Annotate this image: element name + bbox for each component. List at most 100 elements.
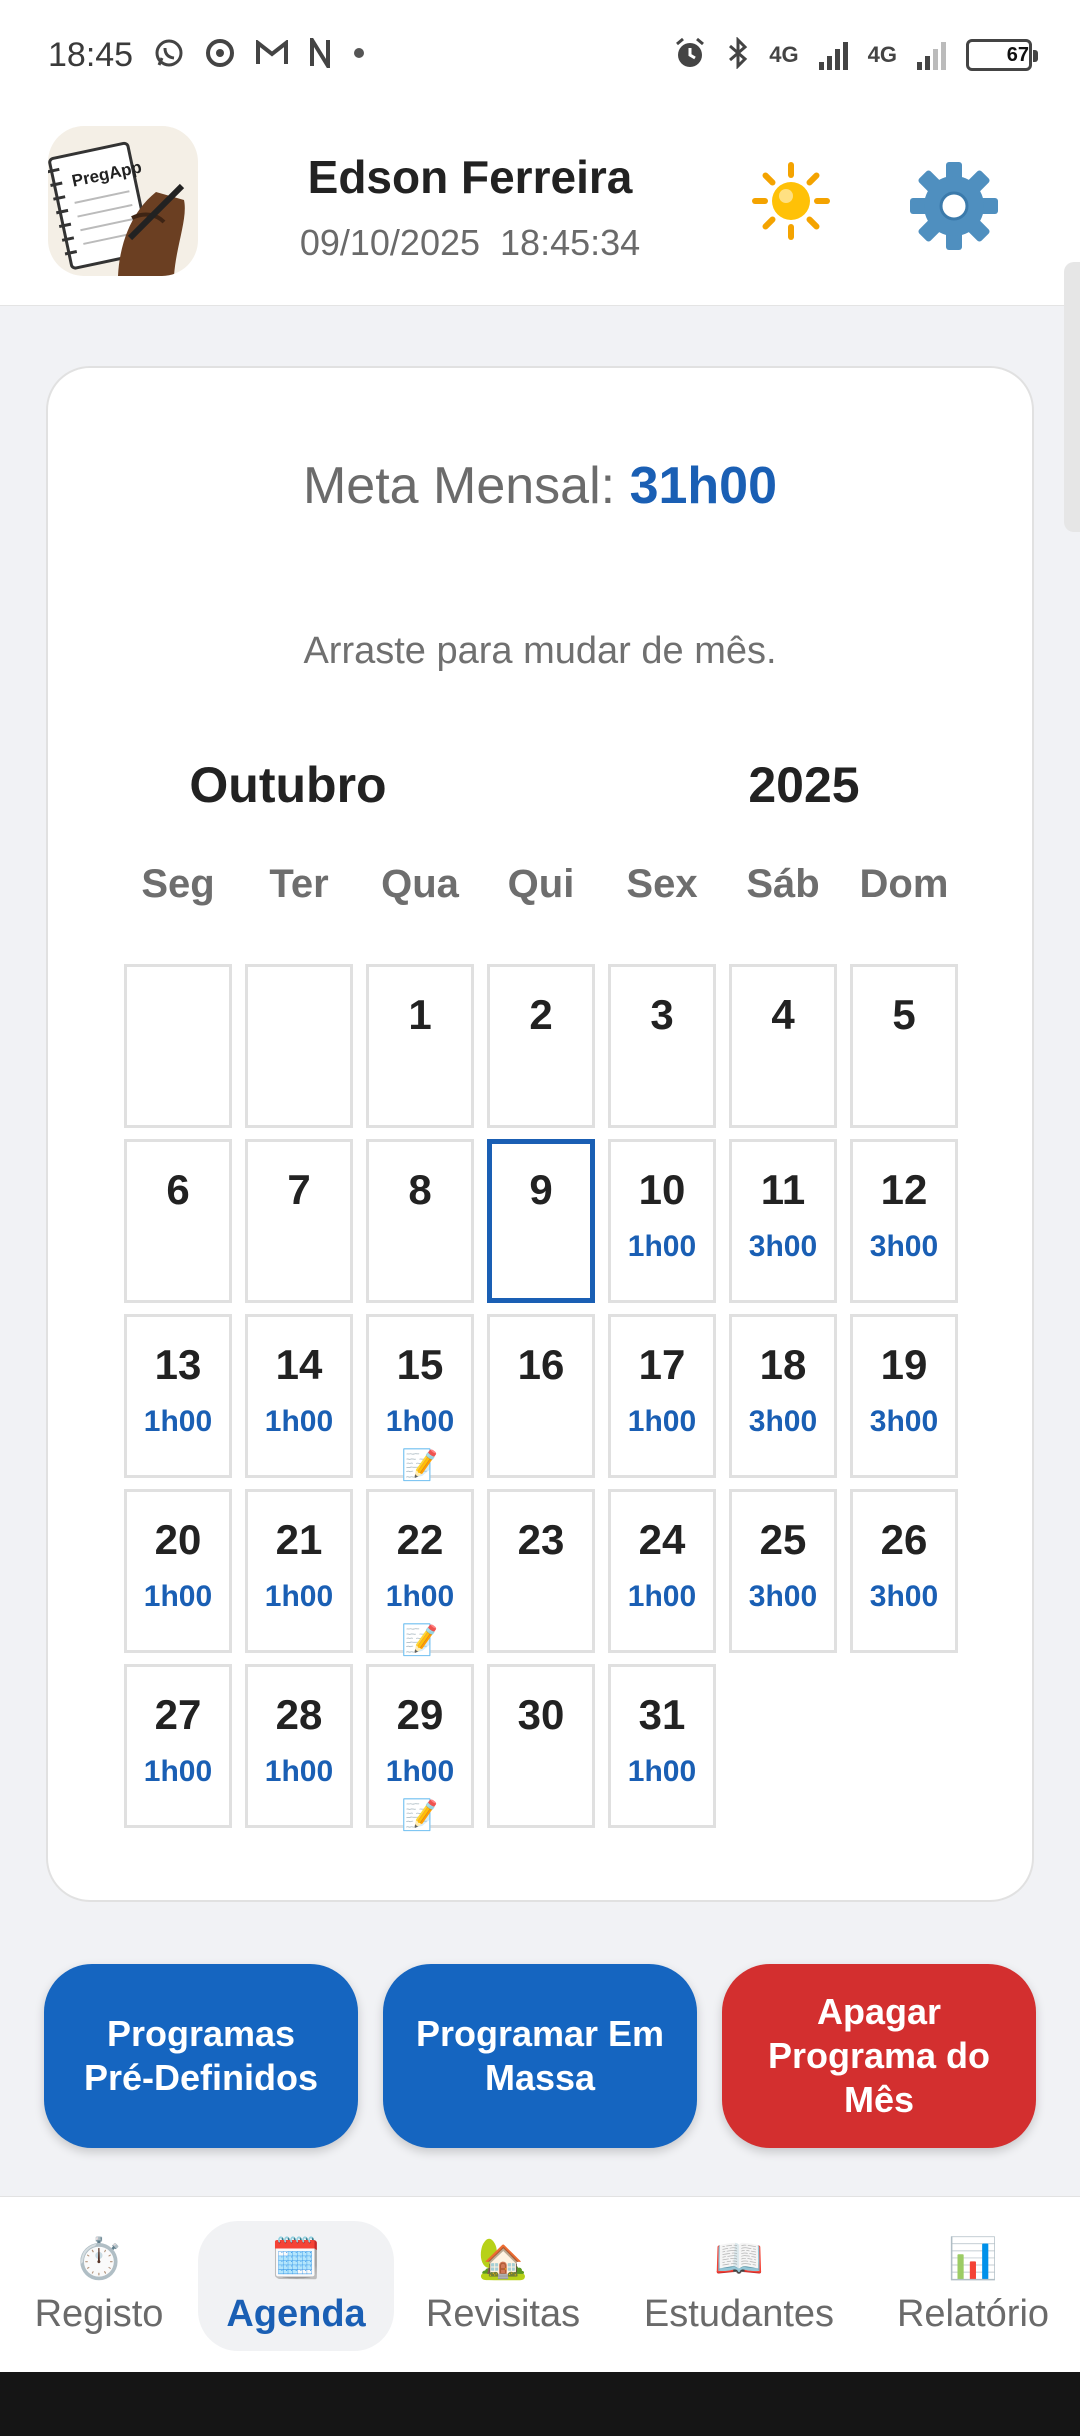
day-hours: 1h00 xyxy=(143,1755,213,1788)
day-number: 30 xyxy=(517,1691,565,1738)
current-datetime: 09/10/2025 18:45:34 xyxy=(299,222,641,263)
calendar-day-16[interactable]: 16 xyxy=(487,1314,595,1478)
app-header: PregApp Edson Ferreira 09/10/2025 18:45:… xyxy=(0,110,1080,306)
day-number: 15 xyxy=(396,1341,444,1388)
calendar-day-9[interactable]: 9 xyxy=(487,1139,595,1303)
day-hours: 1h00 xyxy=(385,1755,455,1788)
app-logo[interactable]: PregApp xyxy=(48,126,198,276)
day-number: 10 xyxy=(638,1166,686,1213)
day-hours: 1h00 xyxy=(627,1580,697,1613)
day-number: 8 xyxy=(408,1166,432,1213)
calendar-day-29[interactable]: 29 1h00 📝 xyxy=(366,1664,474,1832)
nav-label: Relatório xyxy=(896,2293,1050,2335)
calendar-day-19[interactable]: 19 3h00 xyxy=(850,1314,958,1478)
weekday-label: Seg xyxy=(141,862,215,906)
nav-item-estudantes[interactable]: 📖 Estudantes xyxy=(628,2221,850,2351)
calendar-day-3[interactable]: 3 xyxy=(608,964,716,1128)
calendar-grid: 1 2 3 4 5 6 7 8 9 10 1h00 11 3h00 12 3h00 13 1h00 14 1h00 1… xyxy=(124,964,970,1832)
calendar-day-27[interactable]: 27 1h00 xyxy=(124,1664,232,1828)
nav-item-revisitas[interactable]: 🏡 Revisitas xyxy=(412,2221,594,2351)
nav-label: Agenda xyxy=(226,2293,366,2335)
status-time: 18:45 xyxy=(48,35,134,74)
day-number: 11 xyxy=(760,1166,806,1213)
monthly-goal-value: 31h00 xyxy=(629,457,778,515)
calendar-day-15[interactable]: 15 1h00 📝 xyxy=(366,1314,474,1482)
calendar-day-31[interactable]: 31 1h00 xyxy=(608,1664,716,1828)
weekday-label: Sex xyxy=(626,862,698,906)
calendar-day-17[interactable]: 17 1h00 xyxy=(608,1314,716,1478)
calendar-day-18[interactable]: 18 3h00 xyxy=(729,1314,837,1478)
chrome-icon xyxy=(205,38,235,73)
calendar-day-12[interactable]: 12 3h00 xyxy=(850,1139,958,1303)
calendar-day-7[interactable]: 7 xyxy=(245,1139,353,1303)
signal-icon xyxy=(917,40,946,70)
memo-icon: 📝 xyxy=(401,1799,439,1832)
calendar-day-14[interactable]: 14 1h00 xyxy=(245,1314,353,1478)
calendar-day-11[interactable]: 11 3h00 xyxy=(729,1139,837,1303)
calendar-day-13[interactable]: 13 1h00 xyxy=(124,1314,232,1478)
theme-toggle-button[interactable] xyxy=(752,162,830,240)
day-hours: 1h00 xyxy=(385,1405,455,1438)
scrollbar[interactable] xyxy=(1064,262,1080,532)
weekday-label: Ter xyxy=(269,862,329,906)
calendar-day-21[interactable]: 21 1h00 xyxy=(245,1489,353,1653)
monthly-goal: Meta Mensal: 31h00 xyxy=(48,456,1032,516)
day-hours: 1h00 xyxy=(264,1405,334,1438)
day-number: 26 xyxy=(880,1516,928,1563)
day-hours: 1h00 xyxy=(627,1755,697,1788)
calendar-day-1[interactable]: 1 xyxy=(366,964,474,1128)
calendar-day-24[interactable]: 24 1h00 xyxy=(608,1489,716,1653)
day-number: 14 xyxy=(275,1341,323,1388)
bulk-schedule-button[interactable]: Programar Em Massa xyxy=(383,1964,697,2148)
calendar-day-4[interactable]: 4 xyxy=(729,964,837,1128)
weekday-label: Sáb xyxy=(746,862,820,906)
calendar-day-8[interactable]: 8 xyxy=(366,1139,474,1303)
book-icon: 📖 xyxy=(714,2237,764,2281)
day-number: 16 xyxy=(517,1341,565,1388)
calendar-day-6[interactable]: 6 xyxy=(124,1139,232,1303)
calendar-empty-cell xyxy=(124,964,232,1128)
day-number: 21 xyxy=(275,1516,323,1563)
weekday-header: Seg Ter Qua Qui Sex Sáb Dom xyxy=(124,862,970,922)
delete-month-program-button[interactable]: Apagar Programa do Mês xyxy=(722,1964,1036,2148)
calendar-day-25[interactable]: 25 3h00 xyxy=(729,1489,837,1653)
nav-label: Estudantes xyxy=(643,2293,835,2335)
calendar-day-5[interactable]: 5 xyxy=(850,964,958,1128)
day-hours: 1h00 xyxy=(264,1755,334,1788)
alarm-icon xyxy=(673,36,707,75)
swipe-hint: Arraste para mudar de mês. xyxy=(303,630,777,672)
nav-item-relatorio[interactable]: 📊 Relatório xyxy=(880,2221,1066,2351)
day-number: 25 xyxy=(759,1516,807,1563)
calendar-day-2[interactable]: 2 xyxy=(487,964,595,1128)
calendar-day-20[interactable]: 20 1h00 xyxy=(124,1489,232,1653)
settings-button[interactable] xyxy=(906,158,1002,254)
nav-item-agenda[interactable]: 🗓️ Agenda xyxy=(198,2221,394,2351)
calendar-day-22[interactable]: 22 1h00 📝 xyxy=(366,1489,474,1656)
predefined-programs-button[interactable]: Programas Pré-Definidos xyxy=(44,1964,358,2148)
network-type-1: 4G xyxy=(769,42,799,67)
bar-chart-icon: 📊 xyxy=(948,2237,998,2281)
stopwatch-icon: ⏱️ xyxy=(74,2237,124,2281)
day-number: 9 xyxy=(529,1166,553,1213)
day-number: 22 xyxy=(396,1516,444,1563)
day-hours: 3h00 xyxy=(869,1405,939,1438)
system-gesture-bar xyxy=(0,2372,1080,2436)
house-icon: 🏡 xyxy=(478,2237,528,2281)
memo-icon: 📝 xyxy=(401,1449,439,1482)
day-number: 4 xyxy=(771,991,795,1038)
day-hours: 1h00 xyxy=(143,1580,213,1613)
calendar-card[interactable]: Meta Mensal: 31h00 Arraste para mudar de… xyxy=(46,366,1034,1902)
calendar-day-10[interactable]: 10 1h00 xyxy=(608,1139,716,1303)
day-number: 28 xyxy=(275,1691,323,1738)
day-number: 23 xyxy=(517,1516,565,1563)
calendar-day-26[interactable]: 26 3h00 xyxy=(850,1489,958,1653)
status-right: 4G 4G 67 xyxy=(673,35,1038,75)
calendar-day-23[interactable]: 23 xyxy=(487,1489,595,1653)
calendar-day-30[interactable]: 30 xyxy=(487,1664,595,1828)
bluetooth-icon xyxy=(727,35,749,74)
user-name: Edson Ferreira xyxy=(307,151,633,203)
calendar-day-28[interactable]: 28 1h00 xyxy=(245,1664,353,1828)
day-number: 29 xyxy=(396,1691,444,1738)
weekday-label: Dom xyxy=(859,862,949,906)
nav-item-registo[interactable]: ⏱️ Registo xyxy=(14,2221,184,2351)
